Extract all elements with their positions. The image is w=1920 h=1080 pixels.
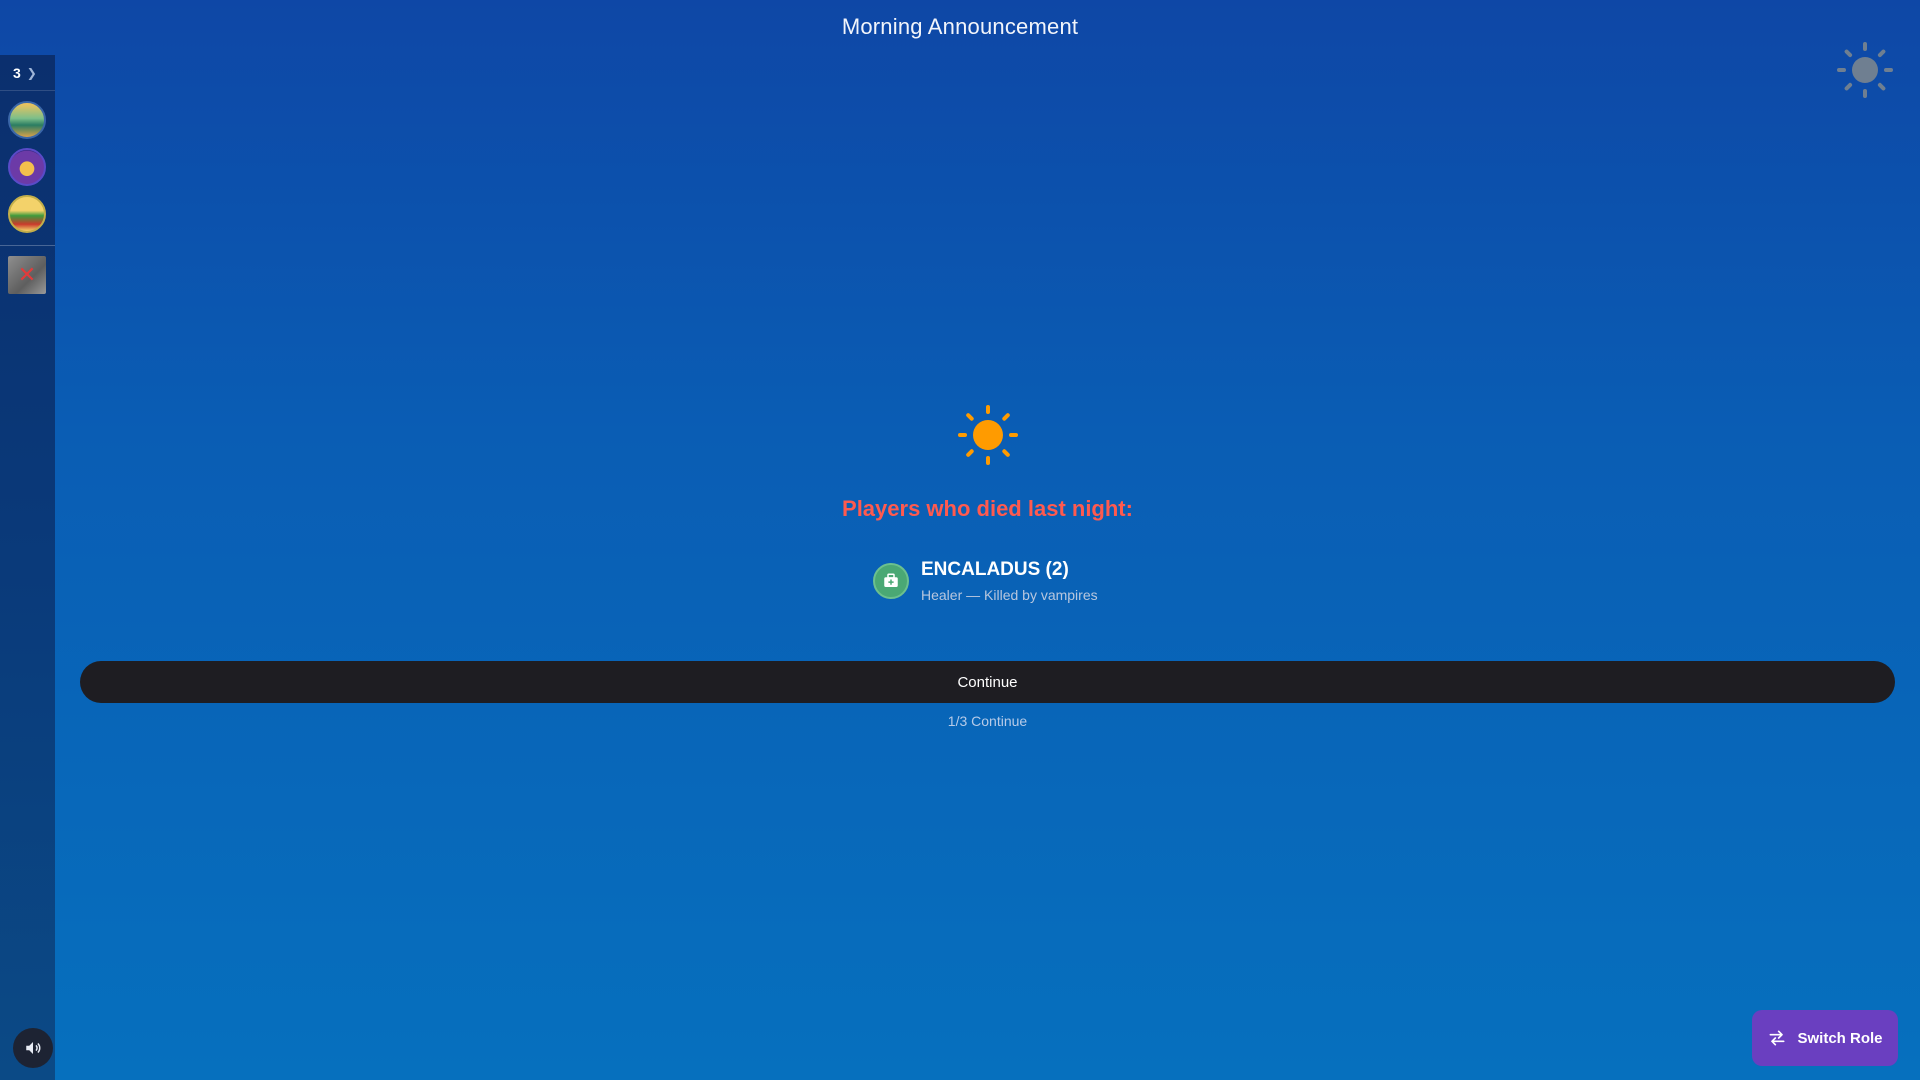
sidebar-divider <box>0 245 55 246</box>
player-avatar-2[interactable] <box>8 148 46 186</box>
medkit-icon <box>873 563 909 599</box>
sidebar-toggle[interactable]: 3 ❯ <box>0 55 55 91</box>
continue-progress: 1/3 Continue <box>947 713 1028 729</box>
x-mark-icon: ✕ <box>17 262 37 287</box>
continue-button[interactable]: Continue <box>80 661 1895 703</box>
dead-player-avatar[interactable]: ✕ <box>8 256 46 294</box>
chevron-right-icon: ❯ <box>26 65 37 80</box>
player-sidebar: 3 ❯ ✕ <box>0 55 55 1080</box>
sound-toggle-button[interactable] <box>13 1028 53 1068</box>
speaker-icon <box>26 1042 41 1054</box>
swap-arrows-icon <box>1769 1030 1785 1046</box>
victim-entry: ENCALADUS (2) Healer — Killed by vampire… <box>873 559 1098 603</box>
sun-icon <box>957 404 1019 466</box>
player-avatar-3[interactable] <box>8 195 46 233</box>
player-avatar-1[interactable] <box>8 101 46 139</box>
switch-role-button[interactable]: Switch Role <box>1752 1010 1898 1066</box>
alive-count: 3 <box>13 64 21 81</box>
victim-name: ENCALADUS (2) <box>921 559 1069 580</box>
page-title: Morning Announcement <box>841 14 1079 39</box>
victim-role-cause: Healer — Killed by vampires <box>921 587 1098 603</box>
day-phase-icon <box>1835 40 1895 100</box>
switch-role-label: Switch Role <box>1797 1029 1883 1047</box>
deaths-heading: Players who died last night: <box>842 496 1133 521</box>
